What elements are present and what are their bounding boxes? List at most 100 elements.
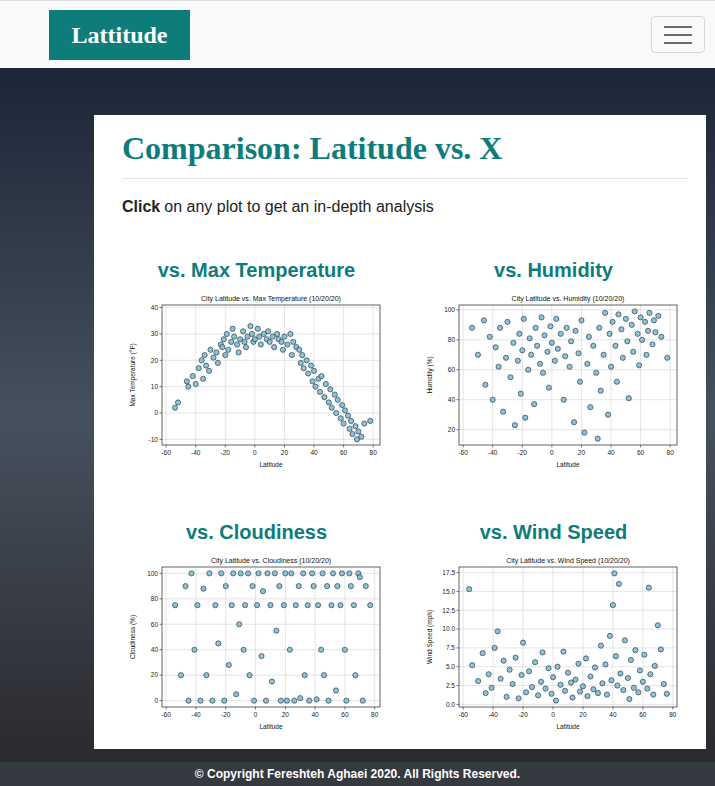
x-tick-label: -40 <box>488 449 498 456</box>
grid-line <box>459 647 677 648</box>
data-point <box>557 682 562 687</box>
grid-line <box>522 567 523 707</box>
data-point <box>287 331 292 336</box>
data-point <box>628 657 633 662</box>
y-tick-label: 100 <box>147 570 158 577</box>
grid-line <box>669 305 670 445</box>
data-point <box>504 319 509 324</box>
data-point <box>590 687 595 692</box>
data-point <box>549 340 554 345</box>
data-point <box>238 571 243 576</box>
data-point <box>568 339 573 344</box>
y-tick-label: 0.0 <box>445 701 454 708</box>
data-point <box>572 328 577 333</box>
data-point <box>590 343 595 348</box>
data-point <box>349 431 354 436</box>
data-point <box>223 583 228 588</box>
data-point <box>328 603 333 608</box>
data-point <box>309 379 314 384</box>
grid-line <box>162 598 380 599</box>
data-point <box>263 698 268 703</box>
data-point <box>553 316 558 321</box>
y-tick-label: 30 <box>150 330 158 337</box>
data-point <box>225 347 230 352</box>
brand-logo[interactable]: Lattitude <box>49 10 190 60</box>
data-point <box>525 367 530 372</box>
data-point <box>503 355 508 360</box>
menu-toggle-button[interactable] <box>651 16 705 53</box>
tick-mark <box>492 707 493 710</box>
data-point <box>475 352 480 357</box>
scatter-plot[interactable]: -60-40-20020406080-10010203040City Latit… <box>128 293 386 471</box>
data-point <box>290 339 295 344</box>
tick-mark <box>582 707 583 710</box>
grid-line <box>162 675 380 676</box>
brand-text[interactable]: Lattitude <box>72 20 168 50</box>
tick-mark <box>372 445 373 448</box>
data-point <box>346 571 351 576</box>
data-point <box>172 405 177 410</box>
tick-mark <box>284 707 285 710</box>
y-tick-label: 60 <box>150 621 158 628</box>
tick-mark <box>195 445 196 448</box>
data-point <box>302 673 307 678</box>
data-point <box>469 325 474 330</box>
y-tick-label: 5.0 <box>445 663 454 670</box>
data-point <box>281 334 286 339</box>
data-point <box>555 346 560 351</box>
x-tick-label: 20 <box>579 711 587 718</box>
data-point <box>247 323 252 328</box>
tick-mark <box>283 445 284 448</box>
data-point <box>338 416 343 421</box>
scatter-plot[interactable]: -60-40-2002040608020406080100City Latitu… <box>425 293 683 471</box>
tick-mark <box>551 445 552 448</box>
x-tick-label: -60 <box>161 449 171 456</box>
tick-mark <box>462 707 463 710</box>
grid-line <box>580 305 581 445</box>
grid-line <box>313 305 314 445</box>
chart-panel: vs. Wind Speed-60-40-200204060800.02.55.… <box>405 518 702 733</box>
data-point <box>309 571 314 576</box>
data-point <box>482 382 487 387</box>
x-tick-label: 60 <box>639 711 647 718</box>
data-point <box>197 698 202 703</box>
data-point <box>518 391 523 396</box>
tick-mark <box>456 685 459 686</box>
intro-emphasis: Click <box>122 198 160 215</box>
tick-mark <box>159 307 162 308</box>
data-point <box>346 426 351 431</box>
data-point <box>311 583 316 588</box>
data-point <box>647 672 652 677</box>
data-point <box>206 571 211 576</box>
data-point <box>620 355 625 360</box>
data-point <box>545 666 550 671</box>
x-axis-label: Latitude <box>259 723 283 730</box>
data-point <box>207 347 212 352</box>
x-tick-label: 20 <box>281 711 289 718</box>
data-point <box>345 413 350 418</box>
data-point <box>308 363 313 368</box>
data-point <box>612 343 617 348</box>
data-point <box>228 339 233 344</box>
data-point <box>539 650 544 655</box>
data-point <box>188 571 193 576</box>
data-point <box>215 360 220 365</box>
data-point <box>637 668 642 673</box>
grid-line <box>162 439 380 440</box>
chart-title: City Latitude vs. Max Temperature (10/20… <box>201 295 341 303</box>
chart-heading: vs. Cloudiness <box>186 518 327 546</box>
y-tick-label: 10 <box>150 383 158 390</box>
scatter-plot[interactable]: -60-40-200204060800.02.55.07.510.012.515… <box>425 555 683 733</box>
x-tick-label: -60 <box>161 711 171 718</box>
data-point <box>342 408 347 413</box>
grid-line <box>459 591 677 592</box>
grid-line <box>459 610 677 611</box>
x-tick-label: 20 <box>280 449 288 456</box>
hamburger-icon[interactable] <box>663 24 693 46</box>
plot-frame <box>459 567 677 707</box>
data-point <box>561 397 566 402</box>
data-point <box>489 685 494 690</box>
data-point <box>200 586 205 591</box>
scatter-plot[interactable]: -60-40-20020406080020406080100City Latit… <box>128 555 386 733</box>
x-tick-label: 0 <box>253 449 257 456</box>
